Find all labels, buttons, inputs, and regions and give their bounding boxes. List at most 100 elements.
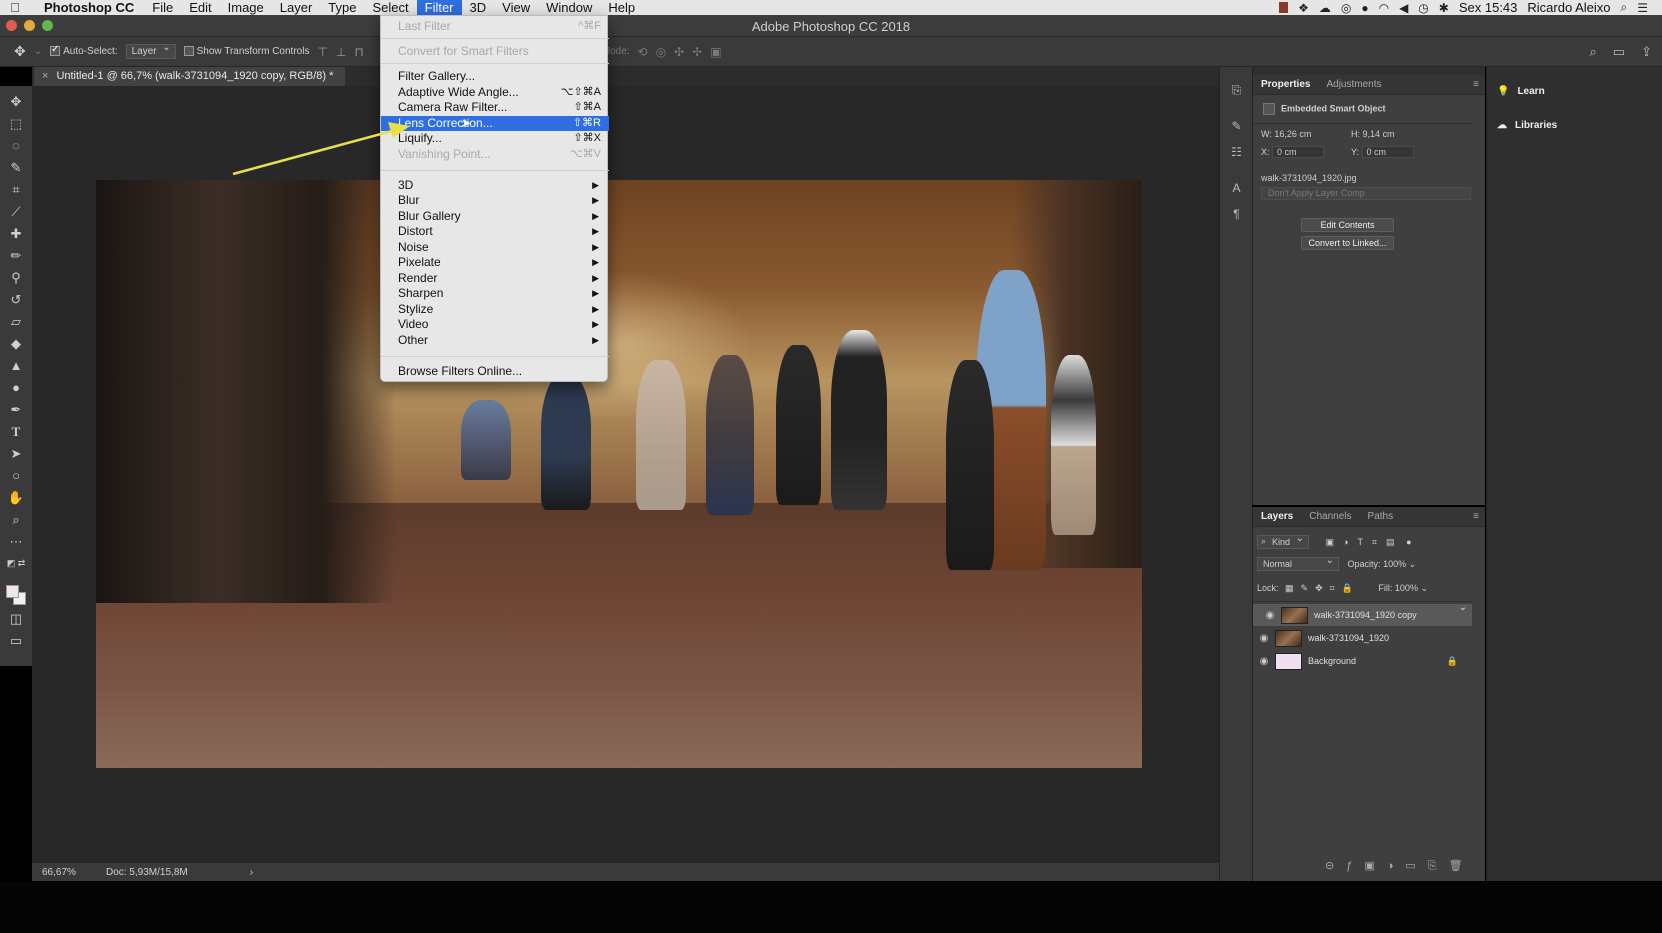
menu-item-convert-smart-filters[interactable]: Convert for Smart Filters bbox=[381, 44, 609, 59]
height-value[interactable]: 9,14 cm bbox=[1363, 129, 1395, 139]
menu-select[interactable]: Select bbox=[364, 0, 416, 15]
time-machine-icon[interactable]: ◷ bbox=[1418, 1, 1428, 15]
3d-slide-icon[interactable]: ✢ bbox=[692, 45, 702, 59]
canvas-area[interactable] bbox=[32, 86, 1219, 863]
auto-select-checkbox[interactable]: Auto-Select: bbox=[50, 44, 118, 57]
menu-item-camera-raw-filter[interactable]: Camera Raw Filter... ⇧⌘A bbox=[381, 100, 609, 115]
bluetooth-icon[interactable]: ✱ bbox=[1439, 1, 1449, 15]
auto-select-dropdown[interactable]: Layer bbox=[125, 42, 176, 59]
menu-help[interactable]: Help bbox=[600, 0, 643, 15]
creative-cloud-icon[interactable]: ◎ bbox=[1341, 1, 1351, 15]
show-transform-checkbox[interactable]: Show Transform Controls bbox=[183, 46, 309, 57]
blend-mode-dropdown[interactable]: Normal bbox=[1257, 557, 1340, 571]
menu-item-noise[interactable]: Noise ▶ bbox=[381, 240, 609, 255]
3d-pan-icon[interactable]: ✣ bbox=[674, 45, 684, 59]
tab-channels[interactable]: Channels bbox=[1301, 507, 1359, 527]
panel-menu-icon[interactable]: ≡ bbox=[1473, 79, 1485, 90]
convert-to-linked-button[interactable]: Convert to Linked... bbox=[1301, 236, 1394, 250]
eyedropper-tool-icon[interactable]: ⟋ bbox=[5, 202, 27, 221]
menu-item-3d[interactable]: 3D ▶ bbox=[381, 178, 609, 193]
align-bottom-icon[interactable]: ⊓ bbox=[354, 45, 363, 59]
menu-edit[interactable]: Edit bbox=[181, 0, 219, 15]
layers-menu-icon[interactable]: ≡ bbox=[1473, 511, 1485, 522]
menu-item-vanishing-point[interactable]: Vanishing Point... ⌥⌘V bbox=[381, 147, 609, 162]
hand-tool-icon[interactable]: ✋ bbox=[5, 488, 27, 507]
apple-menu-icon[interactable]:  bbox=[0, 0, 30, 15]
opacity-chevron-icon[interactable]: ⌄ bbox=[1409, 559, 1417, 569]
move-tool-icon[interactable]: ✥ bbox=[5, 92, 27, 111]
clock[interactable]: Sex 15:43 bbox=[1459, 0, 1518, 15]
menu-item-lens-correction[interactable]: Lens Correction... ⇧⌘R bbox=[381, 116, 609, 131]
visibility-eye-icon[interactable]: ◉ bbox=[1253, 633, 1275, 644]
history-panel-icon[interactable]: ⎘ bbox=[1220, 79, 1253, 101]
share-icon[interactable]: ⇪ bbox=[1641, 44, 1652, 60]
filter-toggle-icon[interactable]: ● bbox=[1406, 537, 1411, 547]
pen-tool-icon[interactable]: ✒ bbox=[5, 400, 27, 419]
wifi-icon[interactable]: ◠ bbox=[1379, 1, 1389, 15]
default-colors-icon[interactable]: ◩ ⇄ bbox=[5, 554, 27, 573]
fill-chevron-icon[interactable]: ⌄ bbox=[1420, 583, 1428, 593]
more-tools-icon[interactable]: ⋯ bbox=[5, 532, 27, 551]
menu-item-pixelate[interactable]: Pixelate ▶ bbox=[381, 255, 609, 270]
align-top-icon[interactable]: ⊤ bbox=[317, 45, 327, 59]
visibility-eye-icon[interactable]: ◉ bbox=[1253, 656, 1275, 667]
menu-view[interactable]: View bbox=[494, 0, 538, 15]
type-tool-icon[interactable]: T bbox=[5, 422, 27, 441]
visibility-eye-icon[interactable]: ◉ bbox=[1259, 610, 1281, 621]
character-panel-icon[interactable]: A bbox=[1220, 177, 1253, 199]
eraser-tool-icon[interactable]: ▱ bbox=[5, 312, 27, 331]
fill-value[interactable]: 100% bbox=[1395, 583, 1418, 593]
layer-name[interactable]: Background bbox=[1308, 656, 1356, 666]
y-field[interactable]: 0 cm bbox=[1361, 146, 1414, 158]
tab-properties[interactable]: Properties bbox=[1253, 75, 1318, 95]
ellipse-tool-icon[interactable]: ○ bbox=[5, 466, 27, 485]
3d-roll-icon[interactable]: ◎ bbox=[656, 45, 666, 59]
app-menu[interactable]: Photoshop CC bbox=[30, 0, 144, 15]
search-icon[interactable]: ⌕ bbox=[1590, 44, 1597, 60]
menu-item-sharpen[interactable]: Sharpen ▶ bbox=[381, 286, 609, 301]
layer-row[interactable]: ◉ Background 🔒 bbox=[1253, 650, 1472, 672]
screen-mode-icon[interactable]: ▭ bbox=[5, 631, 27, 650]
color-swatches[interactable] bbox=[5, 584, 27, 606]
libraries-panel-button[interactable]: ☁ Libraries bbox=[1487, 111, 1662, 139]
menu-item-blur[interactable]: Blur ▶ bbox=[381, 193, 609, 208]
learn-panel-button[interactable]: 💡 Learn bbox=[1487, 77, 1662, 105]
workspace-icon[interactable]: ▭ bbox=[1613, 44, 1625, 60]
menu-filter[interactable]: Filter bbox=[416, 0, 462, 15]
zoom-level[interactable]: 66,67% bbox=[32, 867, 92, 878]
clone-stamp-tool-icon[interactable]: ⚲ bbox=[5, 268, 27, 287]
sync-icon[interactable]: ● bbox=[1361, 1, 1368, 15]
user-name[interactable]: Ricardo Aleixo bbox=[1527, 0, 1610, 15]
dodge-tool-icon[interactable]: ● bbox=[5, 378, 27, 397]
filter-kind-dropdown[interactable]: ⌕ Kind bbox=[1257, 535, 1310, 549]
paint-bucket-tool-icon[interactable]: ◆ bbox=[5, 334, 27, 353]
menu-item-distort[interactable]: Distort ▶ bbox=[381, 224, 609, 239]
opacity-value[interactable]: 100% bbox=[1383, 559, 1406, 569]
layers-footer-icons[interactable]: ⊝ƒ▣◑▭⎘🗑 bbox=[1325, 859, 1475, 873]
brush-tool-icon[interactable]: ✏ bbox=[5, 246, 27, 265]
move-tool-preset-icon[interactable]: ✥ bbox=[14, 43, 26, 60]
marquee-tool-icon[interactable]: ⬚ bbox=[5, 114, 27, 133]
x-field[interactable]: 0 cm bbox=[1272, 146, 1325, 158]
menu-image[interactable]: Image bbox=[220, 0, 272, 15]
paragraph-panel-icon[interactable]: ¶ bbox=[1220, 203, 1253, 225]
layer-name[interactable]: walk-3731094_1920 bbox=[1308, 633, 1389, 643]
3d-scale-icon[interactable]: ▣ bbox=[710, 45, 721, 59]
menu-3d[interactable]: 3D bbox=[462, 0, 495, 15]
menu-item-liquify[interactable]: Liquify... ⇧⌘X bbox=[381, 131, 609, 146]
history-brush-tool-icon[interactable]: ↺ bbox=[5, 290, 27, 309]
menu-item-stylize[interactable]: Stylize ▶ bbox=[381, 302, 609, 317]
layer-row[interactable]: ◉ walk-3731094_1920 bbox=[1253, 627, 1472, 649]
brush-settings-icon[interactable]: ☷ bbox=[1220, 141, 1253, 163]
quick-mask-icon[interactable]: ◫ bbox=[5, 609, 27, 628]
lock-icons[interactable]: ▦✎✥⌗🔒 bbox=[1285, 583, 1360, 593]
foreground-color-swatch[interactable] bbox=[6, 585, 19, 598]
brush-panel-icon[interactable]: ✎ bbox=[1220, 115, 1253, 137]
dropbox-icon[interactable]: ❖ bbox=[1298, 1, 1309, 15]
app-status-icon[interactable] bbox=[1279, 2, 1289, 13]
doc-size[interactable]: Doc: 5,93M/15,8M bbox=[92, 867, 188, 878]
layer-row[interactable]: ◉ walk-3731094_1920 copy bbox=[1253, 602, 1472, 626]
layer-comp-dropdown[interactable]: Don't Apply Layer Comp bbox=[1261, 187, 1471, 200]
menu-item-blur-gallery[interactable]: Blur Gallery ▶ bbox=[381, 209, 609, 224]
tab-layers[interactable]: Layers bbox=[1253, 507, 1301, 527]
